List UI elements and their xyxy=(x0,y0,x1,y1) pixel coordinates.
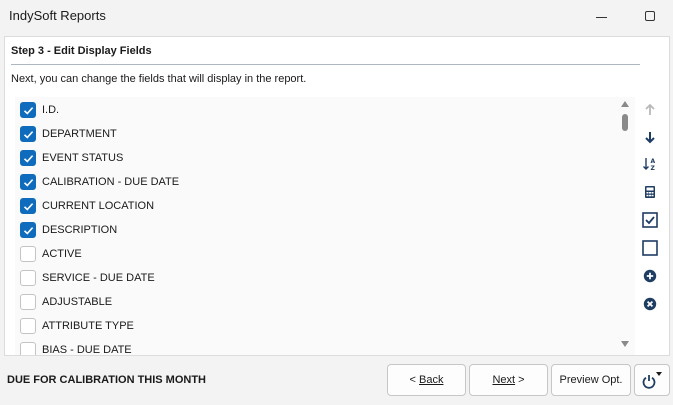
field-label: DESCRIPTION xyxy=(42,224,118,236)
field-row[interactable]: ACTIVE xyxy=(20,244,82,264)
field-label: SERVICE - DUE DATE xyxy=(42,272,155,284)
checkmark-icon xyxy=(23,154,33,163)
checkmark-icon xyxy=(23,202,33,211)
svg-text:A: A xyxy=(651,158,656,165)
svg-text:Z: Z xyxy=(651,165,656,172)
move-up-button[interactable] xyxy=(639,99,661,121)
remove-icon xyxy=(643,297,657,311)
back-button-prefix: < xyxy=(409,374,419,386)
unchecked-checkbox[interactable] xyxy=(20,342,36,355)
next-button-label: Next xyxy=(492,374,516,386)
field-label: DEPARTMENT xyxy=(42,128,117,140)
uncheck-all-button[interactable] xyxy=(639,237,661,259)
field-row[interactable]: EVENT STATUS xyxy=(20,148,123,168)
checked-checkbox[interactable] xyxy=(20,174,36,190)
sort-alphabetical-button[interactable]: A Z xyxy=(639,153,661,175)
checked-checkbox[interactable] xyxy=(20,150,36,166)
scroll-thumb[interactable] xyxy=(622,114,628,131)
checked-checkbox[interactable] xyxy=(20,126,36,142)
title-bar: IndySoft Reports xyxy=(0,0,673,32)
unchecked-checkbox[interactable] xyxy=(20,246,36,262)
report-name: DUE FOR CALIBRATION THIS MONTH xyxy=(7,374,207,386)
field-label: CURRENT LOCATION xyxy=(42,200,155,212)
scroll-up-arrow-icon[interactable] xyxy=(621,101,629,107)
unchecked-checkbox[interactable] xyxy=(20,270,36,286)
minimize-icon xyxy=(595,16,607,18)
field-row[interactable]: CALIBRATION - DUE DATE xyxy=(20,172,179,192)
list-scrollbar[interactable] xyxy=(618,97,632,355)
power-icon xyxy=(642,372,662,389)
checkmark-icon xyxy=(23,226,33,235)
field-row[interactable]: BIAS - DUE DATE xyxy=(20,340,132,355)
field-label: ADJUSTABLE xyxy=(42,296,113,308)
maximize-button[interactable] xyxy=(633,4,667,28)
field-label: I.D. xyxy=(42,104,60,116)
field-row[interactable]: DESCRIPTION xyxy=(20,220,117,240)
scroll-down-arrow-icon[interactable] xyxy=(621,341,629,347)
field-row[interactable]: ATTRIBUTE TYPE xyxy=(20,316,134,336)
next-button-suffix: > xyxy=(515,374,525,386)
move-down-button[interactable] xyxy=(639,126,661,148)
checkmark-icon xyxy=(23,106,33,115)
calculated-field-button[interactable] xyxy=(639,181,661,203)
field-label: BIAS - DUE DATE xyxy=(42,344,132,355)
step-instruction: Next, you can change the fields that wil… xyxy=(11,73,307,85)
calculator-icon xyxy=(645,186,655,198)
back-button-label: Back xyxy=(419,374,444,386)
step-title: Step 3 - Edit Display Fields xyxy=(11,45,152,57)
remove-field-button[interactable] xyxy=(639,293,661,315)
field-row[interactable]: I.D. xyxy=(20,100,59,120)
display-fields-list: I.D. DEPARTMENT EVENT STATUS CALIBRATION - … xyxy=(15,97,635,355)
add-icon xyxy=(643,269,657,283)
preview-options-button[interactable]: Preview Opt. xyxy=(551,364,631,396)
arrow-up-icon xyxy=(645,103,655,115)
check-all-icon xyxy=(642,212,658,228)
field-row[interactable]: DEPARTMENT xyxy=(20,124,117,144)
check-all-button[interactable] xyxy=(639,209,661,231)
checkmark-icon xyxy=(23,130,33,139)
back-button[interactable]: < Back xyxy=(387,364,466,396)
field-row[interactable]: ADJUSTABLE xyxy=(20,292,112,312)
field-label: CALIBRATION - DUE DATE xyxy=(42,176,180,188)
field-label: EVENT STATUS xyxy=(42,152,124,164)
window-title: IndySoft Reports xyxy=(9,8,106,23)
checked-checkbox[interactable] xyxy=(20,102,36,118)
field-label: ATTRIBUTE TYPE xyxy=(42,320,134,332)
checked-checkbox[interactable] xyxy=(20,198,36,214)
checkmark-icon xyxy=(23,178,33,187)
add-field-button[interactable] xyxy=(639,265,661,287)
power-menu-button[interactable] xyxy=(634,364,670,396)
wizard-footer: DUE FOR CALIBRATION THIS MONTH < Back Ne… xyxy=(0,358,673,405)
field-label: ACTIVE xyxy=(42,248,82,260)
unchecked-checkbox[interactable] xyxy=(20,318,36,334)
maximize-icon xyxy=(645,11,655,21)
field-row[interactable]: CURRENT LOCATION xyxy=(20,196,154,216)
minimize-button[interactable] xyxy=(584,4,618,28)
sort-az-icon: A Z xyxy=(643,158,656,172)
checked-checkbox[interactable] xyxy=(20,222,36,238)
wizard-panel: Step 3 - Edit Display Fields Next, you c… xyxy=(4,36,670,356)
field-row[interactable]: SERVICE - DUE DATE xyxy=(20,268,155,288)
step-divider xyxy=(11,64,640,65)
next-button[interactable]: Next > xyxy=(469,364,548,396)
uncheck-all-icon xyxy=(642,240,658,256)
arrow-down-icon xyxy=(645,132,655,144)
unchecked-checkbox[interactable] xyxy=(20,294,36,310)
